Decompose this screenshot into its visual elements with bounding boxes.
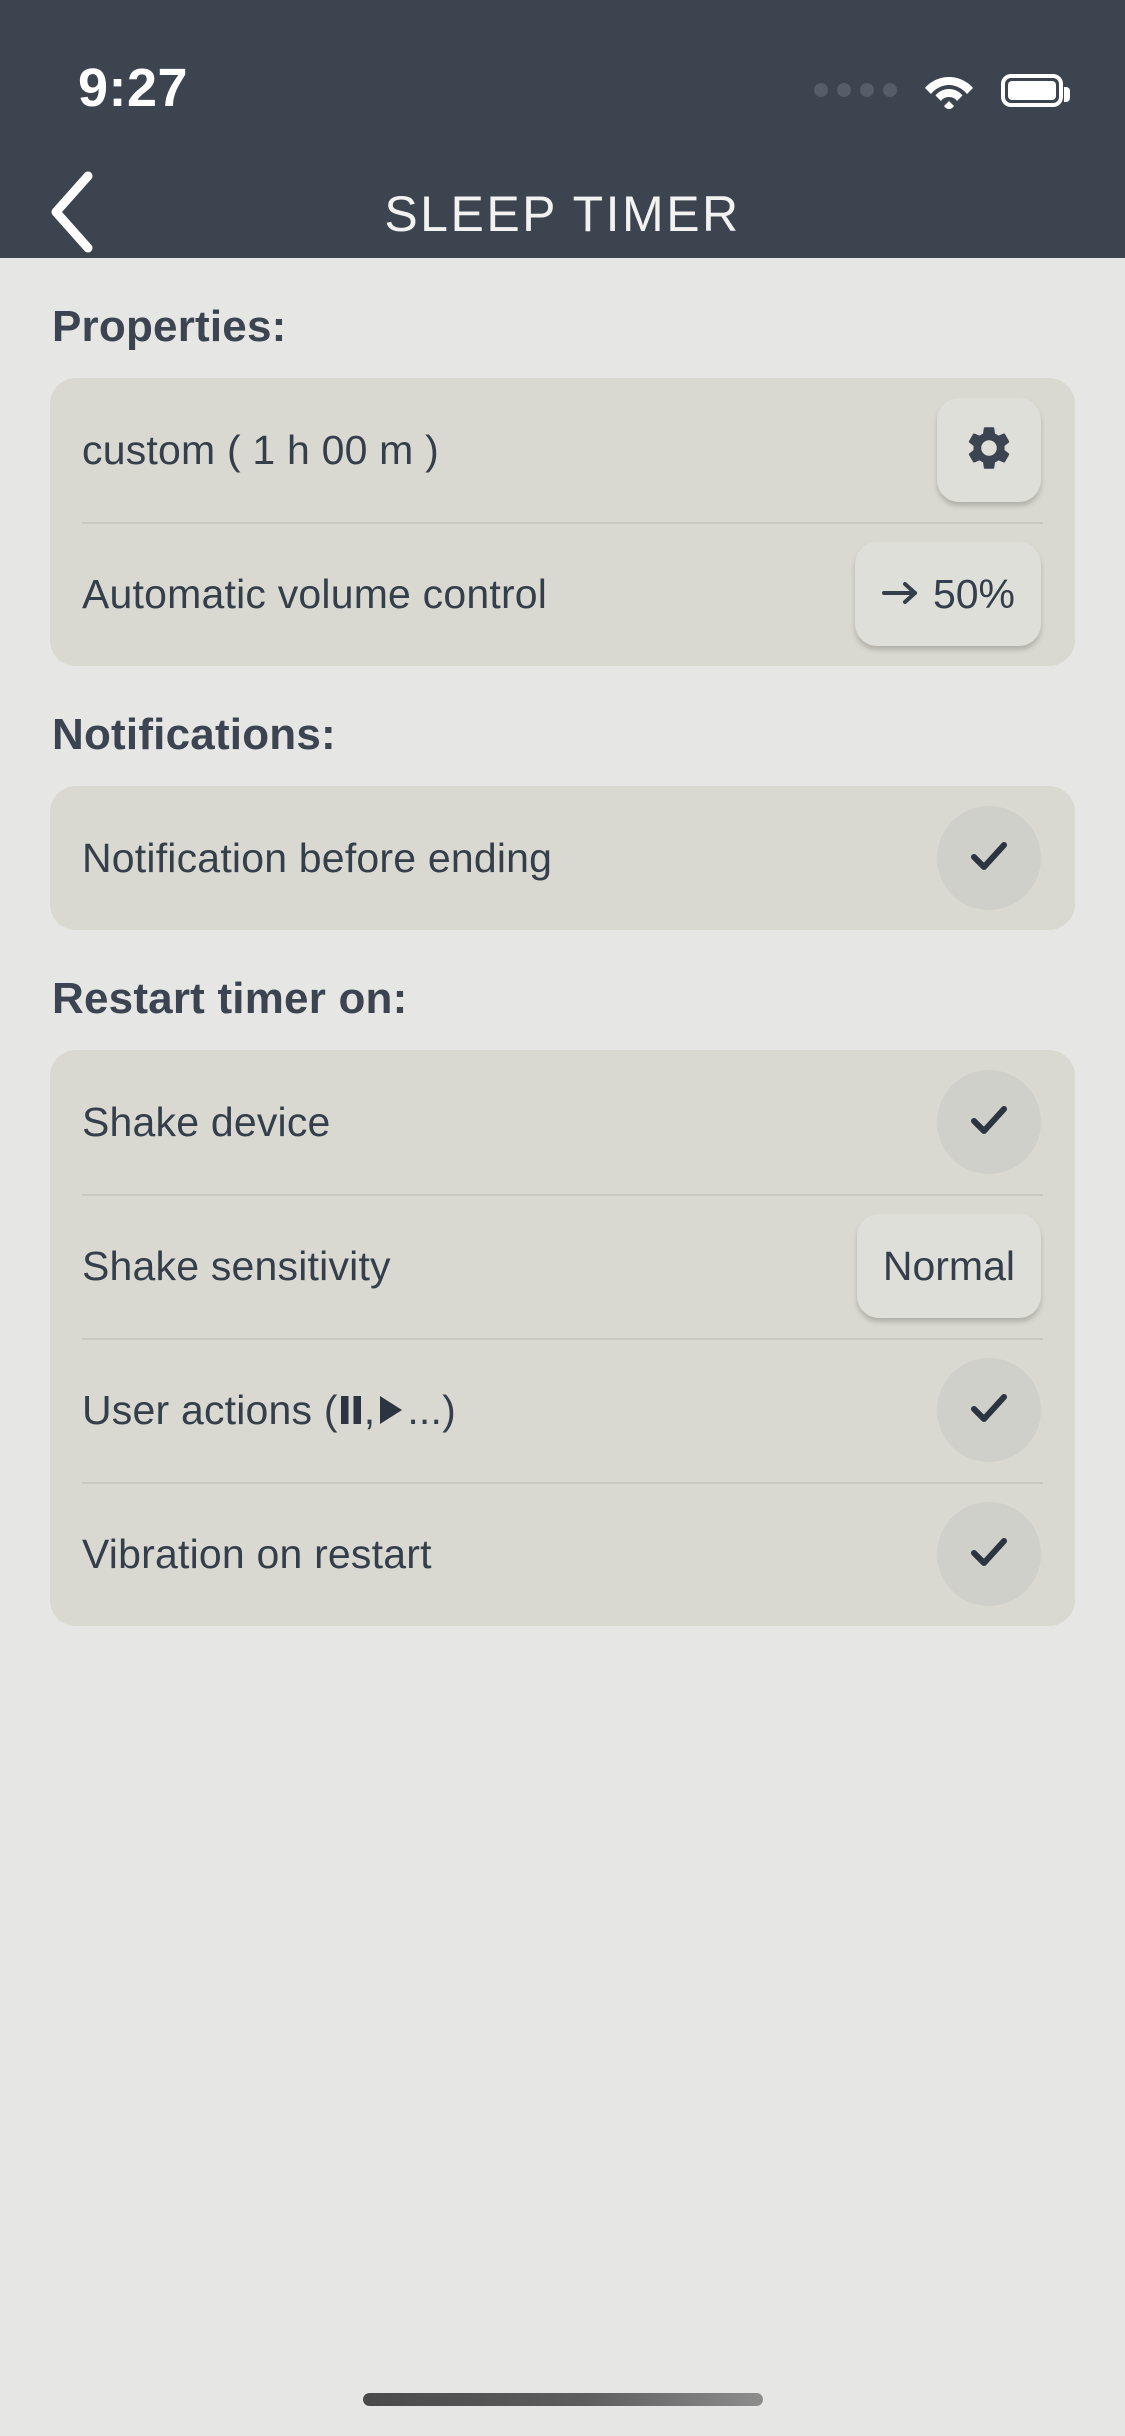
- play-icon: [375, 1392, 407, 1428]
- user-actions-toggle[interactable]: [937, 1358, 1041, 1462]
- shake-sensitivity-button[interactable]: Normal: [856, 1214, 1041, 1318]
- check-icon: [964, 1383, 1014, 1438]
- row-automatic-volume-control[interactable]: Automatic volume control 50%: [50, 522, 1075, 666]
- battery-full-icon: [1001, 73, 1070, 107]
- check-icon: [964, 1095, 1014, 1150]
- row-label-suffix: ...): [407, 1386, 456, 1433]
- row-label: Shake sensitivity: [82, 1242, 391, 1289]
- back-button[interactable]: [28, 169, 118, 259]
- navigation-bar: SLEEP TIMER: [0, 170, 1125, 258]
- check-icon: [964, 831, 1014, 886]
- card-notifications: Notification before ending: [50, 786, 1075, 930]
- check-icon: [964, 1527, 1014, 1582]
- section-title-restart-timer: Restart timer on:: [52, 974, 408, 1023]
- row-custom-duration[interactable]: custom ( 1 h 00 m ): [50, 378, 1075, 522]
- row-label: Automatic volume control: [82, 570, 548, 617]
- page-title: SLEEP TIMER: [384, 186, 741, 242]
- row-label: Notification before ending: [82, 834, 553, 881]
- pause-icon: [338, 1392, 364, 1428]
- status-bar: 9:27: [0, 0, 1125, 170]
- card-properties: custom ( 1 h 00 m ) Automatic volume con…: [50, 378, 1075, 666]
- row-shake-device[interactable]: Shake device: [50, 1050, 1075, 1194]
- row-shake-sensitivity[interactable]: Shake sensitivity Normal: [50, 1194, 1075, 1338]
- row-label-prefix: User actions (: [82, 1386, 338, 1433]
- status-icons: [814, 70, 1070, 110]
- row-vibration-on-restart[interactable]: Vibration on restart: [50, 1482, 1075, 1626]
- status-time: 9:27: [78, 58, 189, 118]
- phone-screen: 9:27 SLEEP TIMER Properties: custom (1 …: [0, 0, 1125, 2436]
- volume-value-label: 50%: [932, 570, 1015, 617]
- vibration-on-restart-toggle[interactable]: [937, 1502, 1041, 1606]
- home-indicator[interactable]: [362, 2393, 763, 2406]
- row-label: Vibration on restart: [82, 1530, 432, 1577]
- settings-gear-button[interactable]: [937, 398, 1041, 502]
- card-restart-timer: Shake device Shake sensitivity Normal Us…: [50, 1050, 1075, 1626]
- notification-before-ending-toggle[interactable]: [937, 806, 1041, 910]
- chevron-left-icon: [46, 170, 100, 259]
- row-notification-before-ending[interactable]: Notification before ending: [50, 786, 1075, 930]
- signal-dots-icon: [814, 83, 897, 97]
- section-title-properties: Properties:: [52, 302, 287, 351]
- gear-icon: [963, 422, 1015, 479]
- settings-content: Properties: custom ( 1 h 00 m ) Automati…: [0, 302, 1125, 1626]
- row-label: custom ( 1 h 00 m ): [82, 426, 439, 473]
- shake-sensitivity-value: Normal: [882, 1242, 1015, 1289]
- row-user-actions[interactable]: User actions ( , ...): [50, 1338, 1075, 1482]
- row-label: Shake device: [82, 1098, 331, 1145]
- volume-value-button[interactable]: 50%: [854, 542, 1041, 646]
- row-label: User actions ( , ...): [82, 1387, 456, 1434]
- arrow-right-icon: [881, 571, 921, 618]
- row-label-separator: ,: [363, 1386, 376, 1433]
- section-title-notifications: Notifications:: [52, 710, 336, 759]
- shake-device-toggle[interactable]: [937, 1070, 1041, 1174]
- wifi-icon: [923, 70, 975, 110]
